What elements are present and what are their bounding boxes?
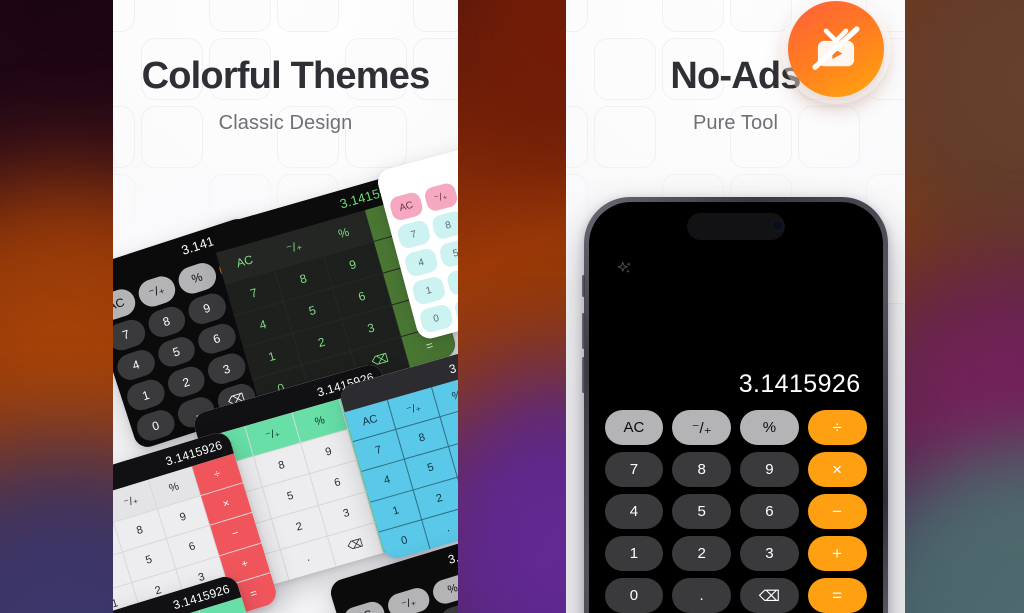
- calc-key: 1: [410, 274, 447, 307]
- calc-key-2[interactable]: 2: [672, 536, 731, 571]
- calc-key: 0: [418, 302, 455, 335]
- calc-key: 5: [154, 333, 199, 371]
- calc-key: 0: [133, 407, 178, 445]
- sparkle-icon: [616, 260, 634, 278]
- tv-slash-icon: [812, 26, 860, 70]
- calc-key: 7: [395, 218, 432, 251]
- panel-left-header: Colorful Themes Classic Design: [113, 55, 458, 135]
- calc-key-8[interactable]: 8: [672, 452, 731, 487]
- page-subtitle: Pure Tool: [692, 111, 779, 134]
- calc-key: 6: [194, 320, 239, 358]
- calc-key: .: [452, 293, 458, 325]
- calc-key: %: [429, 571, 458, 607]
- calc-key: 3: [204, 350, 249, 388]
- app-store-screenshot-pair: Colorful Themes Classic Design 3.1415926…: [0, 0, 1024, 613]
- calc-key-7[interactable]: 7: [604, 452, 664, 487]
- calc-key-minus[interactable]: −: [807, 494, 867, 529]
- calc-key-sign[interactable]: ⁻/₊: [672, 410, 731, 445]
- calc-key-percent[interactable]: %: [740, 410, 799, 445]
- watermark-cell: [566, 174, 588, 236]
- calc-key: %: [457, 172, 458, 204]
- calc-key-plus[interactable]: +: [807, 536, 867, 571]
- calc-key: 8: [144, 303, 189, 341]
- watermark-cell: [662, 0, 724, 32]
- panel-colorful-themes: Colorful Themes Classic Design 3.1415926…: [113, 0, 458, 613]
- calc-key: ⁻/₊: [422, 181, 458, 213]
- no-ads-badge: [788, 1, 884, 97]
- calc-key: 2: [164, 363, 209, 401]
- calc-key: ⁻/₊: [385, 585, 432, 613]
- phone-volume-down-button[interactable]: [581, 357, 585, 393]
- calc-key: AC: [113, 286, 139, 324]
- calculator-display: 3.1415926: [738, 370, 861, 398]
- calc-key-equals[interactable]: =: [807, 578, 867, 613]
- calc-key: %: [175, 259, 220, 297]
- page-title: Colorful Themes: [141, 55, 431, 97]
- panel-no-ads: No-Ads Pure Tool 3.1415926 AC ⁻/₊% ÷ 7 8…: [566, 0, 905, 613]
- calc-key-multiply[interactable]: ×: [807, 452, 867, 487]
- phone-volume-up-button[interactable]: [581, 313, 585, 349]
- calc-key-9[interactable]: 9: [740, 452, 799, 487]
- calc-key-3[interactable]: 3: [740, 536, 799, 571]
- calc-key: 4: [403, 246, 440, 279]
- phone-screen: 3.1415926 AC ⁻/₊% ÷ 7 8 9 × 4 5 6− 1 2 3 +0. ⌫ =: [588, 202, 883, 613]
- watermark-cell: [566, 0, 588, 32]
- calc-key-6[interactable]: 6: [740, 494, 799, 529]
- phone-mockup: 3.1415926 AC ⁻/₊% ÷ 7 8 9 × 4 5 6− 1 2 3 +0. ⌫ =: [581, 197, 888, 613]
- calc-key: 1: [123, 376, 168, 414]
- calc-key-4[interactable]: 4: [604, 494, 664, 529]
- calc-key-backspace[interactable]: ⌫: [740, 578, 799, 613]
- calc-key-ac[interactable]: AC: [604, 410, 664, 445]
- calc-key: ⁻/₊: [134, 272, 179, 310]
- calc-key-5[interactable]: 5: [672, 494, 731, 529]
- calc-key: 9: [184, 290, 229, 328]
- phone-mute-switch[interactable]: [581, 275, 585, 297]
- calc-key: 7: [113, 316, 149, 354]
- calc-key-divide[interactable]: ÷: [807, 410, 867, 445]
- calc-key: AC: [388, 190, 425, 223]
- watermark-cell: [730, 0, 792, 32]
- calc-key-0[interactable]: 0: [604, 578, 664, 613]
- calc-key-1[interactable]: 1: [604, 536, 664, 571]
- calc-key: 5: [437, 237, 458, 269]
- calc-key: 4: [113, 346, 158, 384]
- calc-key: 2: [445, 265, 458, 297]
- page-subtitle: Classic Design: [218, 111, 353, 134]
- calc-key-decimal[interactable]: .: [672, 578, 731, 613]
- calculator-keypad: AC⁻/₊%÷ 789× 456− 123+0. ⌫=: [604, 410, 867, 613]
- calc-key: 8: [430, 209, 458, 241]
